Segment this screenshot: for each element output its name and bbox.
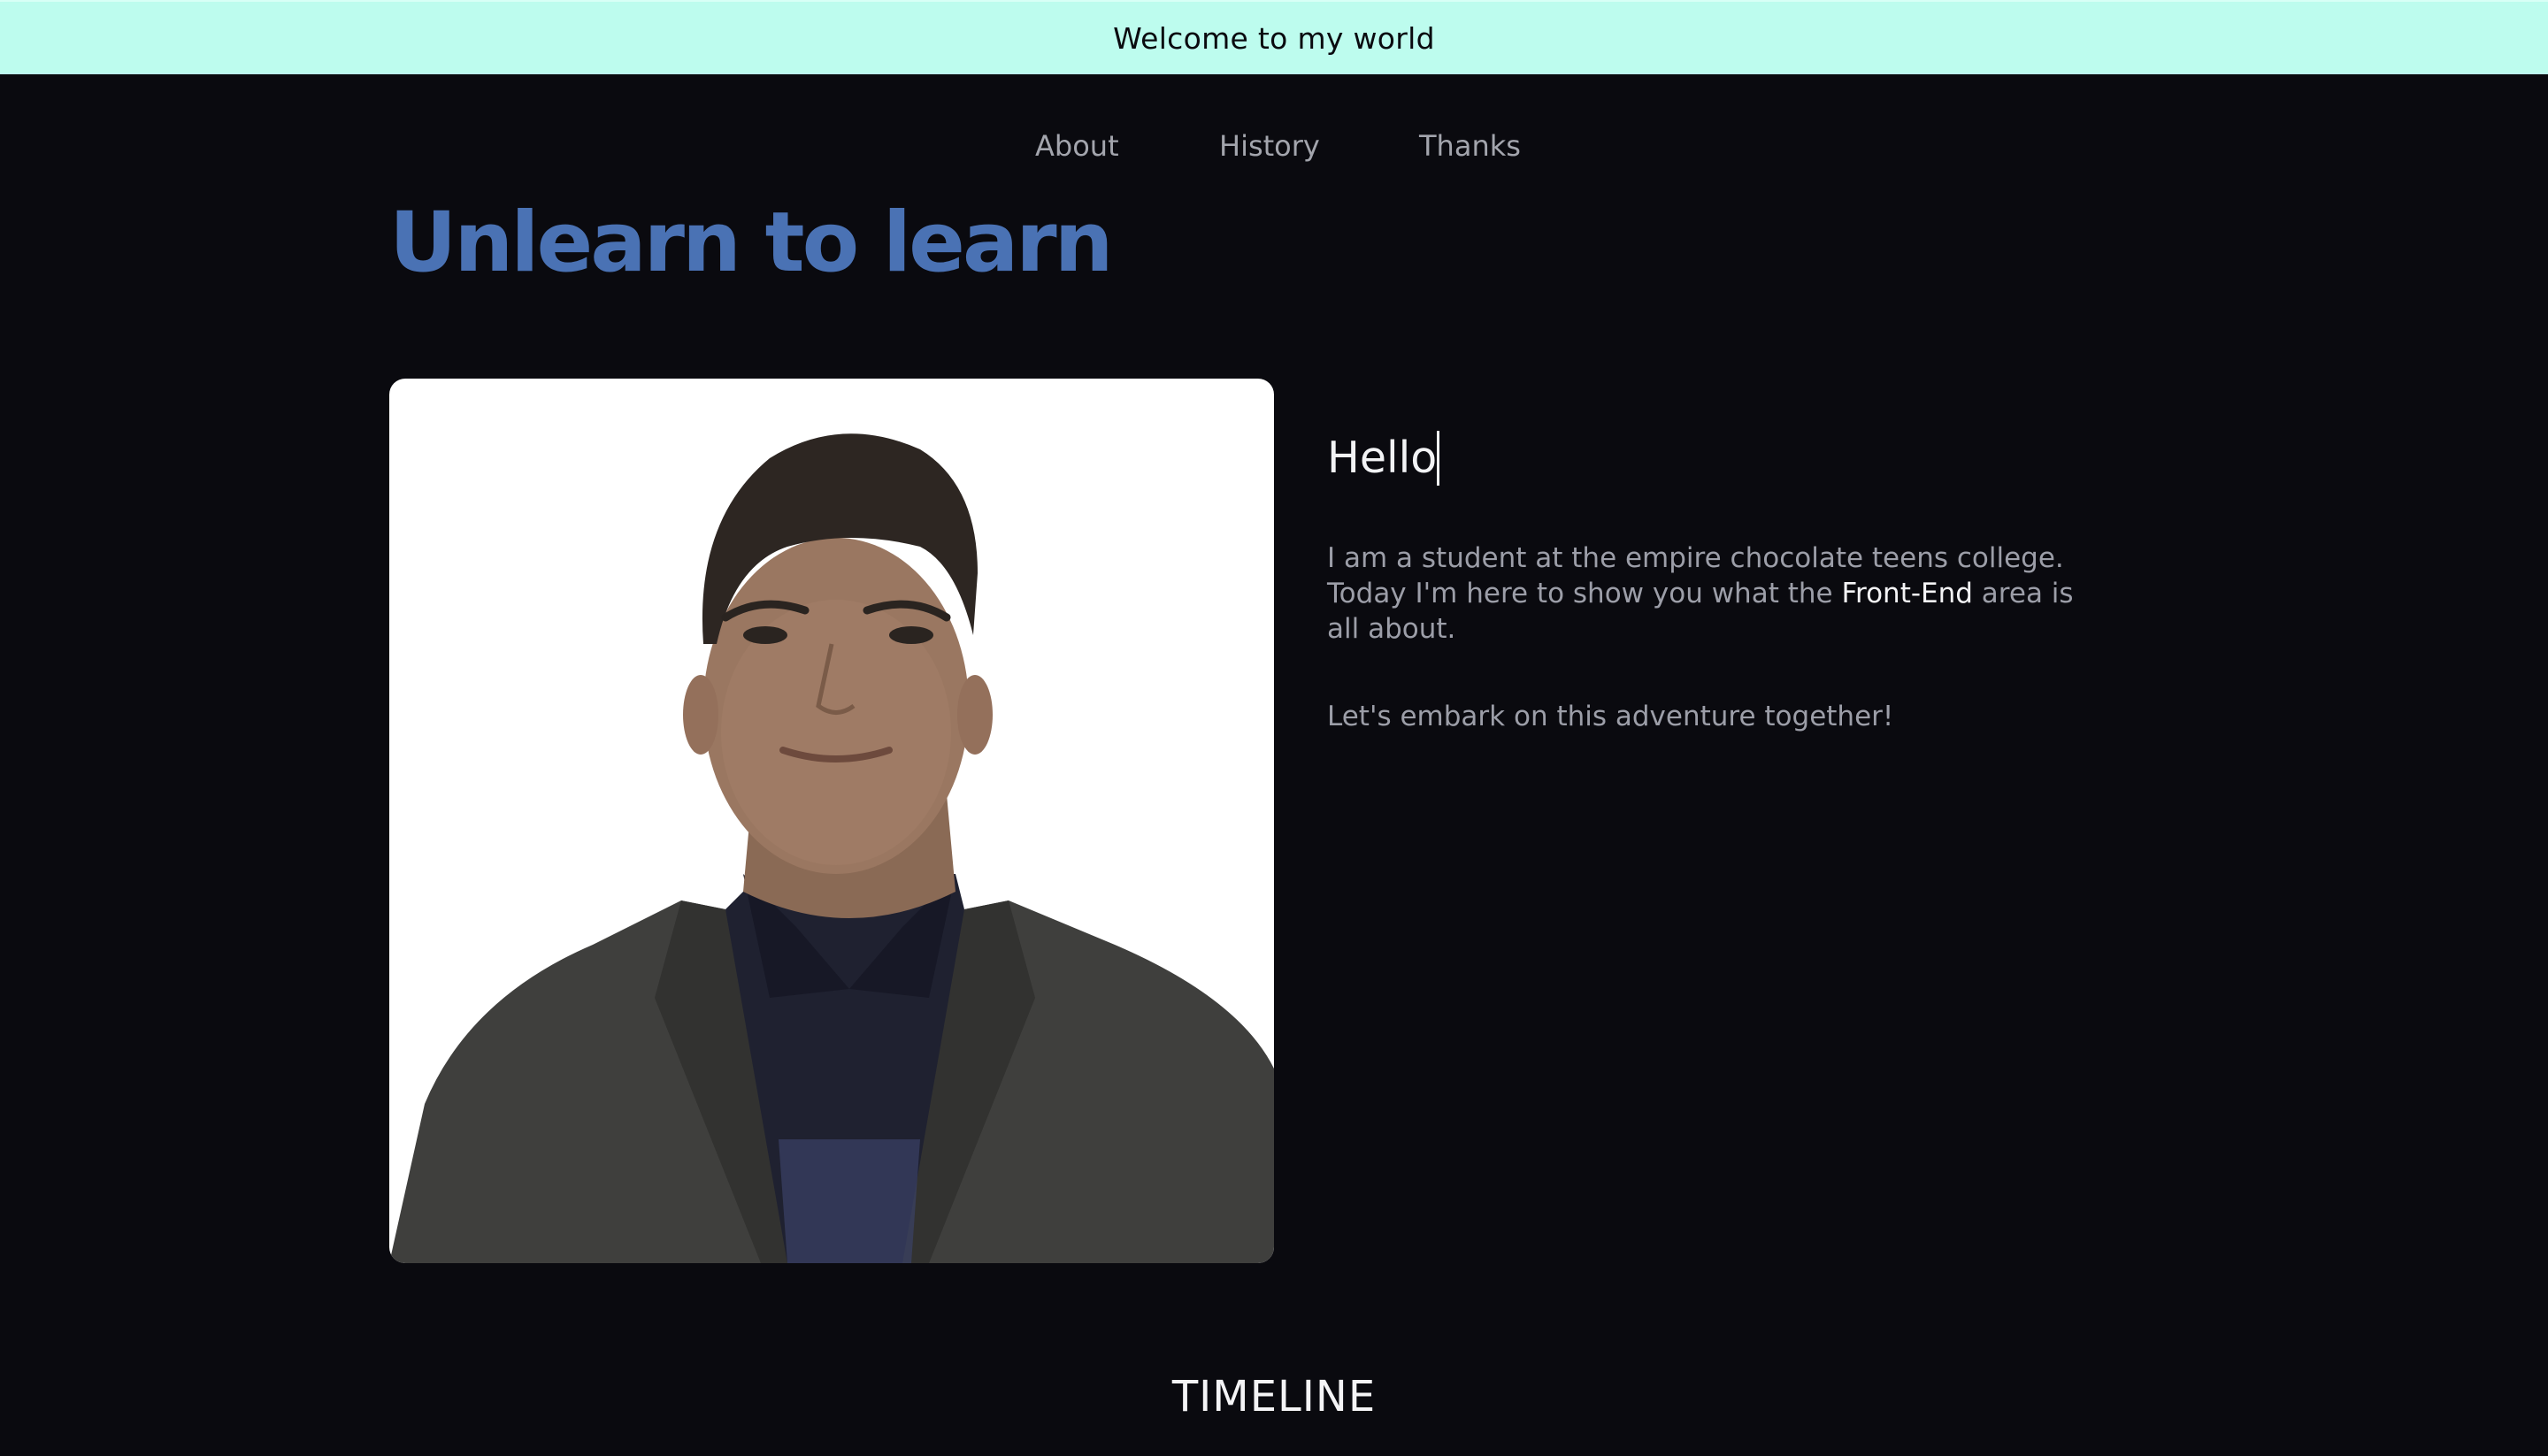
nav-item-thanks[interactable]: Thanks (1419, 124, 1521, 168)
adventure-paragraph: Let's embark on this adventure together! (1327, 701, 1894, 732)
intro-paragraph: I am a student at the empire chocolate t… (1327, 540, 2106, 647)
nav-item-history[interactable]: History (1219, 124, 1320, 168)
welcome-banner-text: Welcome to my world (1113, 20, 1435, 56)
main-nav: About History Thanks (0, 124, 2548, 168)
text-cursor (1437, 431, 1440, 486)
typed-greeting: Hello (1327, 431, 1440, 486)
timeline-heading: TIMELINE (1171, 1372, 1377, 1422)
front-end-highlight: Front-End (1841, 578, 1973, 609)
profile-photo (389, 379, 1274, 1263)
welcome-banner: Welcome to my world (0, 0, 2548, 74)
nav-item-about[interactable]: About (1035, 124, 1119, 168)
page-headline: Unlearn to learn (389, 195, 1114, 291)
typed-greeting-text: Hello (1327, 433, 1438, 483)
